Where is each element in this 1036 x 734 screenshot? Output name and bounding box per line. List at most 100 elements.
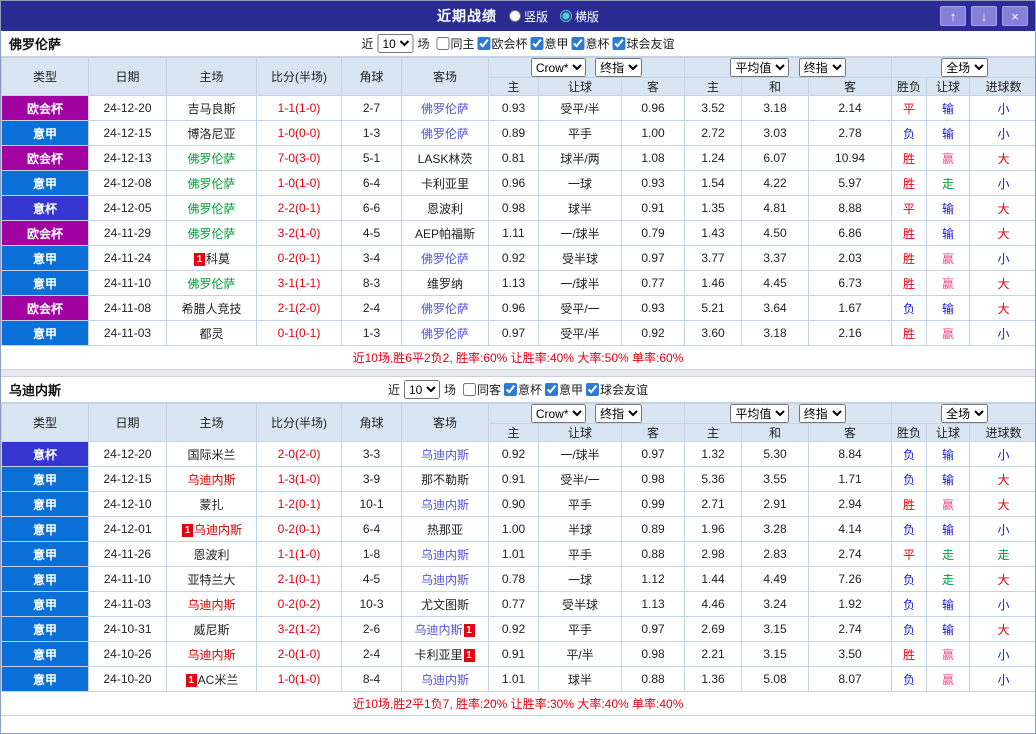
filter-checkbox[interactable]: 意甲 — [531, 35, 569, 52]
odds-final-select[interactable]: 终指 — [595, 404, 642, 423]
avg-draw: 3.64 — [742, 296, 809, 321]
result-handicap: 输 — [927, 121, 970, 146]
col-header-result: 胜负 — [892, 424, 927, 442]
handicap-line: 球半 — [539, 667, 622, 692]
team-name: 希腊人竞技 — [181, 302, 241, 316]
team-name: 乌迪内斯 — [421, 573, 469, 587]
avg-draw: 3.28 — [742, 517, 809, 542]
match-row: 意甲24-11-03都灵0-1(0-1)1-3佛罗伦萨0.97受平/半0.923… — [2, 321, 1036, 346]
filter-checkbox-input[interactable] — [477, 37, 490, 50]
match-count-select[interactable]: 10 — [404, 380, 440, 399]
match-date: 24-11-24 — [89, 246, 167, 271]
match-score: 2-0(1-0) — [257, 642, 342, 667]
league-badge: 意甲 — [2, 246, 89, 271]
filter-checkbox-input[interactable] — [531, 37, 544, 50]
corner-count: 3-3 — [342, 442, 402, 467]
move-up-button[interactable]: ↑ — [940, 6, 966, 26]
filter-checkbox[interactable]: 意杯 — [504, 381, 542, 398]
avg-away: 10.94 — [809, 146, 892, 171]
away-team: 卡利亚里 — [402, 171, 489, 196]
result-goals: 小 — [970, 442, 1036, 467]
away-team: 佛罗伦萨 — [402, 121, 489, 146]
panel-header: 乌迪内斯 近 10 场 同客意杯意甲球会友谊 — [1, 377, 1035, 403]
team-name: LASK林茨 — [418, 152, 473, 166]
result-goals: 大 — [970, 617, 1036, 642]
team-name: 蒙扎 — [199, 498, 223, 512]
match-row: 欧会杯24-12-20吉马良斯1-1(1-0)2-7佛罗伦萨0.93受平/半0.… — [2, 96, 1036, 121]
match-date: 24-11-03 — [89, 592, 167, 617]
filter-checkbox-input[interactable] — [504, 383, 517, 396]
filter-checkbox-input[interactable] — [463, 383, 476, 396]
league-badge: 意甲 — [2, 492, 89, 517]
filter-checkbox-label: 欧会杯 — [491, 35, 527, 52]
games-label: 场 — [417, 35, 429, 52]
results-table: 类型 日期 主场 比分(半场) 角球 客场 Crow* 终指 平均值 终指 — [1, 403, 1036, 692]
odds-home: 0.78 — [489, 567, 539, 592]
col-header-away: 客场 — [402, 58, 489, 96]
layout-vertical-option[interactable]: 竖版 — [509, 8, 548, 25]
result-handicap: 走 — [927, 567, 970, 592]
filter-checkbox-input[interactable] — [572, 37, 585, 50]
team-name: 乌迪内斯 — [421, 448, 469, 462]
avg-final-select[interactable]: 终指 — [799, 404, 846, 423]
avg-home: 1.32 — [685, 442, 742, 467]
scope-select[interactable]: 全场 — [941, 58, 988, 77]
odds-home: 0.96 — [489, 296, 539, 321]
away-team: 佛罗伦萨 — [402, 246, 489, 271]
filter-checkbox-input[interactable] — [586, 383, 599, 396]
match-score: 1-0(1-0) — [257, 171, 342, 196]
odds-away: 0.98 — [622, 642, 685, 667]
odds-home: 0.96 — [489, 171, 539, 196]
scope-select[interactable]: 全场 — [941, 404, 988, 423]
match-date: 24-11-10 — [89, 567, 167, 592]
corner-count: 4-5 — [342, 221, 402, 246]
filter-checkbox-input[interactable] — [613, 37, 626, 50]
col-header-result-goals: 进球数 — [970, 78, 1036, 96]
filter-checkbox[interactable]: 同客 — [463, 381, 501, 398]
vertical-radio-label: 竖版 — [524, 8, 548, 25]
filter-checkbox[interactable]: 欧会杯 — [477, 35, 527, 52]
corner-count: 10-3 — [342, 592, 402, 617]
filter-checkbox-input[interactable] — [436, 37, 449, 50]
bookmaker-select[interactable]: Crow* — [531, 404, 586, 423]
result-handicap: 赢 — [927, 271, 970, 296]
filter-checkbox[interactable]: 同主 — [436, 35, 474, 52]
match-row: 意甲24-11-03乌迪内斯0-2(0-2)10-3尤文图斯0.77受半球1.1… — [2, 592, 1036, 617]
average-select[interactable]: 平均值 — [730, 58, 789, 77]
match-score: 1-1(1-0) — [257, 542, 342, 567]
avg-home: 1.96 — [685, 517, 742, 542]
match-score: 0-1(0-1) — [257, 321, 342, 346]
filter-checkbox[interactable]: 意杯 — [572, 35, 610, 52]
result-handicap: 赢 — [927, 642, 970, 667]
corner-count: 4-5 — [342, 567, 402, 592]
away-team: 那不勒斯 — [402, 467, 489, 492]
vertical-radio[interactable] — [509, 10, 521, 22]
odds-away: 0.89 — [622, 517, 685, 542]
odds-final-select[interactable]: 终指 — [595, 58, 642, 77]
result-handicap: 输 — [927, 196, 970, 221]
close-button[interactable]: × — [1002, 6, 1028, 26]
horizontal-radio[interactable] — [560, 10, 572, 22]
avg-final-select[interactable]: 终指 — [799, 58, 846, 77]
topbar-center: 近期战绩 竖版 横版 — [437, 6, 599, 26]
team-panel-fiorentina: 佛罗伦萨 近 10 场 同主欧会杯意甲意杯球会友谊 类型 日期 主场 比分( — [1, 31, 1035, 370]
filter-checkbox[interactable]: 球会友谊 — [586, 381, 648, 398]
filter-checkbox-input[interactable] — [545, 383, 558, 396]
odds-home: 1.11 — [489, 221, 539, 246]
layout-horizontal-option[interactable]: 横版 — [560, 8, 599, 25]
col-header-odds-handicap: 让球 — [539, 424, 622, 442]
team-name: 国际米兰 — [187, 448, 235, 462]
avg-home: 2.98 — [685, 542, 742, 567]
filter-checkbox[interactable]: 意甲 — [545, 381, 583, 398]
average-select[interactable]: 平均值 — [730, 404, 789, 423]
result-outcome: 胜 — [892, 271, 927, 296]
result-handicap: 赢 — [927, 246, 970, 271]
move-down-button[interactable]: ↓ — [971, 6, 997, 26]
handicap-line: 受平/半 — [539, 321, 622, 346]
bookmaker-select[interactable]: Crow* — [531, 58, 586, 77]
filter-checkbox[interactable]: 球会友谊 — [613, 35, 675, 52]
match-row: 欧会杯24-11-29佛罗伦萨3-2(1-0)4-5AEP帕福斯1.11一/球半… — [2, 221, 1036, 246]
match-count-select[interactable]: 10 — [377, 34, 413, 53]
away-team: 乌迪内斯 — [402, 542, 489, 567]
match-date: 24-12-08 — [89, 171, 167, 196]
